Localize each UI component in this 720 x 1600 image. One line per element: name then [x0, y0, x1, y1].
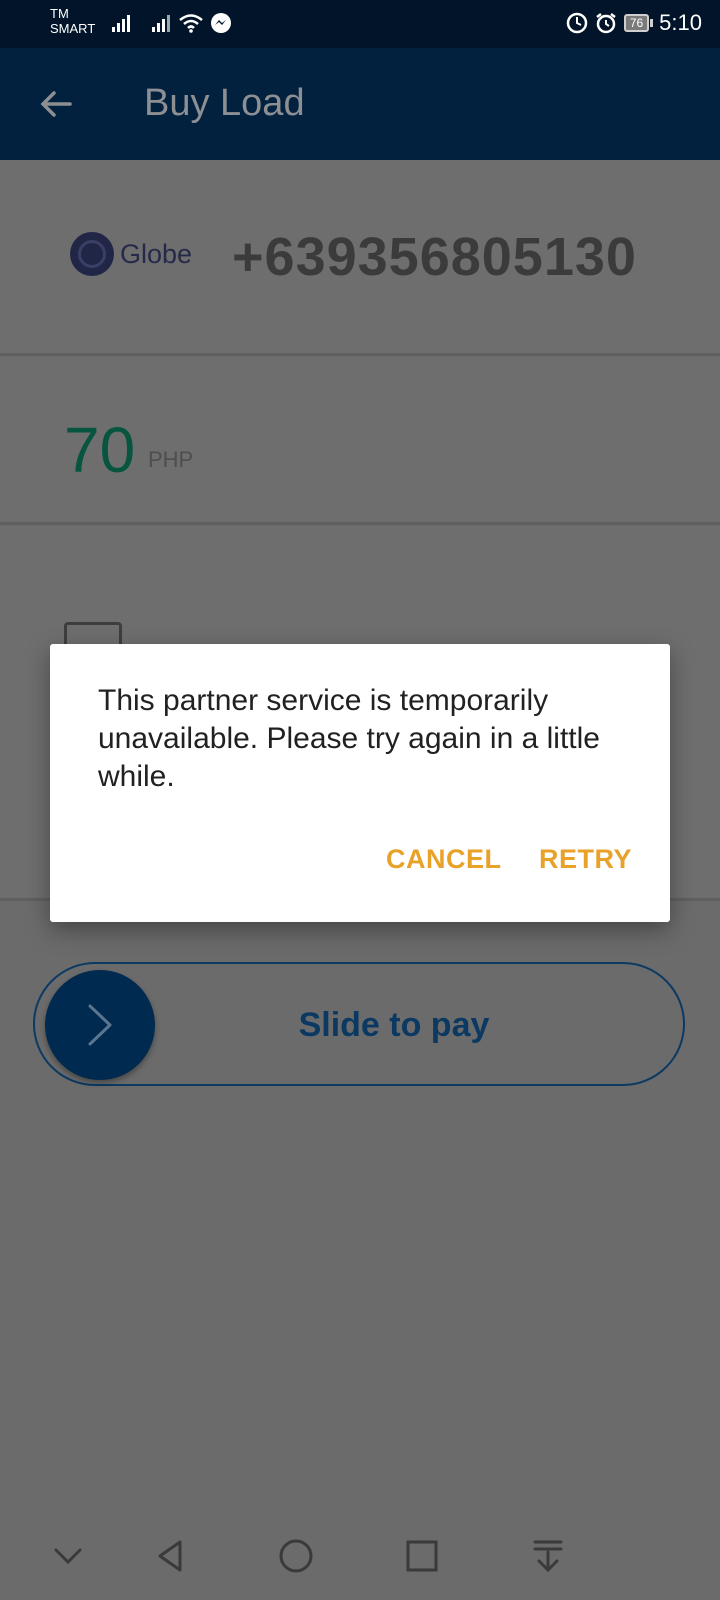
messenger-icon [211, 13, 231, 33]
globe-logo: Globe [70, 232, 192, 276]
globe-logo-mark [70, 232, 114, 276]
signal-icon-2 [152, 15, 170, 32]
amount-card[interactable]: 70 PHP [0, 357, 720, 525]
status-time: 5:10 [659, 10, 702, 35]
carrier-line-1: TM [50, 6, 69, 21]
alarm-icon [596, 13, 616, 34]
chevron-down-icon[interactable] [48, 1536, 88, 1576]
globe-logo-text: Globe [120, 238, 193, 269]
carrier-line-2: SMART [50, 21, 96, 36]
dialog-message: This partner service is temporarily unav… [98, 684, 600, 793]
home-circle-icon[interactable] [276, 1536, 316, 1576]
wifi-icon [179, 14, 203, 33]
retry-button[interactable]: RETRY [539, 844, 632, 875]
navigation-bar [0, 1510, 720, 1600]
phone-number: +639356805130 [232, 227, 637, 287]
cancel-button[interactable]: CANCEL [386, 844, 502, 875]
battery-level: 76 [623, 14, 650, 32]
amount-value: 70 [64, 414, 136, 486]
error-dialog: This partner service is temporarily unav… [50, 644, 670, 922]
currency-label: PHP [148, 447, 194, 472]
status-right: 76 5:10 [566, 10, 702, 36]
status-bar: TM SMART 76 5:10 [0, 0, 720, 48]
recents-square-icon[interactable] [402, 1536, 442, 1576]
slide-to-pay-label: Slide to pay [298, 1006, 490, 1044]
app-bar: Buy Load [0, 48, 720, 160]
battery-icon: 76 [623, 14, 654, 32]
notification-pull-icon[interactable] [528, 1536, 568, 1576]
signal-icon [112, 15, 130, 32]
recipient-card[interactable]: Globe +639356805130 [0, 160, 720, 356]
page-title: Buy Load [144, 82, 305, 124]
carrier-label: TM SMART [50, 6, 95, 36]
data-saver-icon [566, 12, 588, 34]
back-arrow-icon[interactable] [36, 84, 76, 124]
slide-to-pay[interactable]: Slide to pay [33, 962, 685, 1086]
back-triangle-icon[interactable] [150, 1536, 190, 1576]
